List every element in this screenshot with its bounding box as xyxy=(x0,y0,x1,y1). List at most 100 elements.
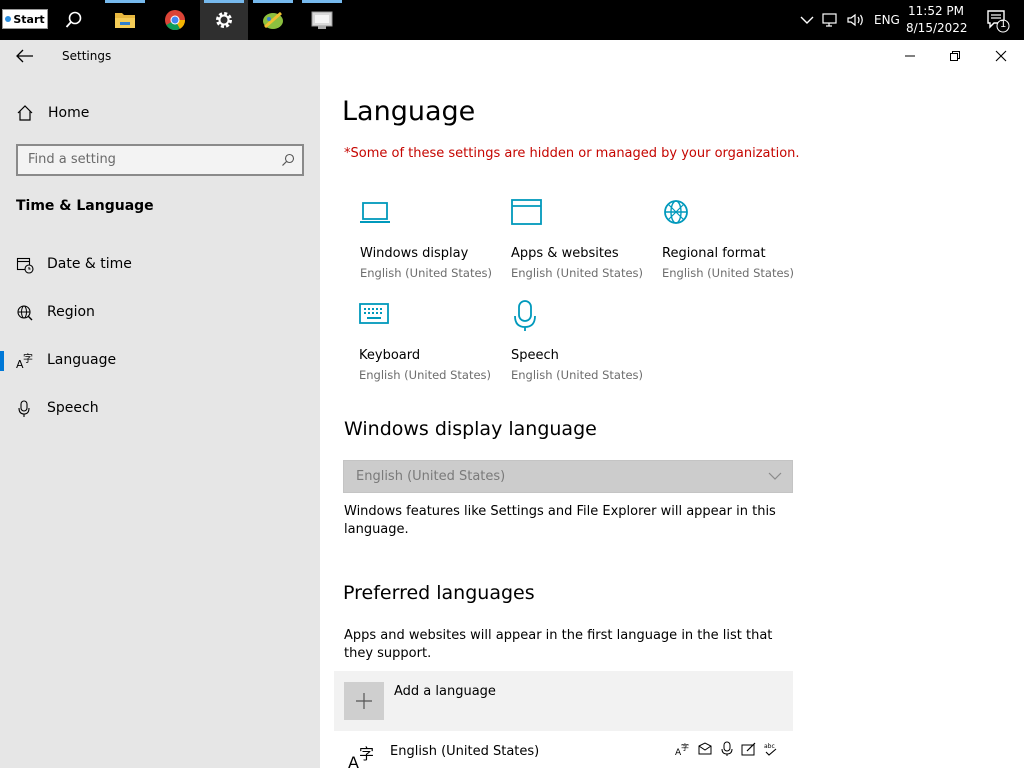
chevron-up-icon[interactable] xyxy=(800,15,814,25)
tile-keyboard[interactable]: Keyboard English (United States) xyxy=(359,300,499,390)
volume-icon[interactable] xyxy=(846,12,866,28)
speech-recognition-feature-icon xyxy=(721,741,733,756)
chrome-taskbar-button[interactable] xyxy=(151,0,199,40)
notification-icon xyxy=(987,10,1010,33)
windows-logo-icon xyxy=(5,16,12,22)
microphone-icon xyxy=(514,300,536,331)
keyboard-icon xyxy=(359,303,389,324)
globe-icon xyxy=(17,305,33,321)
sidebar-item-label: Date & time xyxy=(47,256,132,272)
tile-name: Regional format xyxy=(662,246,766,261)
tile-value: English (United States) xyxy=(511,368,644,382)
search-placeholder: Find a setting xyxy=(28,152,116,167)
sidebar-item-label: Speech xyxy=(47,400,99,416)
app-title: Settings xyxy=(62,49,112,63)
home-label: Home xyxy=(48,105,90,121)
tile-name: Windows display xyxy=(360,246,469,261)
language-icon: A 字 xyxy=(16,352,33,370)
restore-icon xyxy=(950,51,960,61)
search-icon[interactable] xyxy=(281,153,295,167)
sidebar-item-speech[interactable]: Speech xyxy=(0,389,320,429)
settings-taskbar-button[interactable] xyxy=(200,0,248,40)
sidebar-item-region[interactable]: Region xyxy=(0,293,320,333)
tile-value: English (United States) xyxy=(511,266,644,280)
tile-value: English (United States) xyxy=(662,266,795,280)
tile-name: Apps & websites xyxy=(511,246,619,261)
preferred-languages-description: Apps and websites will appear in the fir… xyxy=(344,628,773,661)
managed-notice: *Some of these settings are hidden or ma… xyxy=(344,146,800,161)
taskbar: Start ENG 11:52 PM 8/15/2022 1 xyxy=(0,0,1024,40)
tile-windows-display[interactable]: Windows display English (United States) xyxy=(360,198,500,288)
section-title: Time & Language xyxy=(16,198,154,214)
preferred-languages-heading: Preferred languages xyxy=(343,582,535,604)
tile-value: English (United States) xyxy=(360,266,493,280)
tile-speech[interactable]: Speech English (United States) xyxy=(511,300,651,390)
chrome-icon xyxy=(165,10,186,31)
folder-icon xyxy=(115,13,135,28)
clock[interactable]: 11:52 PM 8/15/2022 xyxy=(906,3,968,37)
app-taskbar-button[interactable] xyxy=(249,0,297,40)
sidebar-item-date-time[interactable]: Date & time xyxy=(0,245,320,285)
sidebar-item-language[interactable]: A 字 Language xyxy=(0,341,320,381)
home-nav-item[interactable]: Home xyxy=(16,104,89,122)
remote-desktop-icon xyxy=(311,11,333,29)
minimize-icon xyxy=(905,55,915,57)
sidebar-item-label: Language xyxy=(47,352,117,368)
laptop-icon xyxy=(360,202,390,223)
language-icon: A 字 xyxy=(348,745,374,769)
notification-count: 1 xyxy=(1000,19,1007,30)
display-language-dropdown[interactable]: English (United States) xyxy=(343,460,793,493)
clock-time: 11:52 PM xyxy=(908,4,964,18)
svg-text:A: A xyxy=(348,753,359,769)
microphone-icon xyxy=(18,400,30,417)
svg-text:abc: abc xyxy=(764,743,775,750)
svg-text:字: 字 xyxy=(359,745,374,763)
display-language-description: Windows features like Settings and File … xyxy=(344,504,776,537)
search-taskbar-button[interactable] xyxy=(50,0,98,40)
spell-check-feature-icon: abc xyxy=(764,743,777,756)
input-language-indicator[interactable]: ENG xyxy=(874,13,900,27)
calendar-clock-icon xyxy=(16,257,34,274)
system-tray: ENG xyxy=(800,0,900,40)
display-language-value: English (United States) xyxy=(356,469,506,484)
file-explorer-taskbar-button[interactable] xyxy=(101,0,149,40)
window-icon xyxy=(511,199,542,225)
minimize-button[interactable] xyxy=(895,44,925,68)
text-to-speech-feature-icon xyxy=(698,742,712,755)
search-input[interactable]: Find a setting xyxy=(16,144,304,176)
regional-globe-icon xyxy=(664,200,688,224)
tile-name: Speech xyxy=(511,348,559,363)
svg-text:字: 字 xyxy=(681,742,689,752)
tile-apps-websites[interactable]: Apps & websites English (United States) xyxy=(511,198,651,288)
network-app-taskbar-button[interactable] xyxy=(298,0,346,40)
search-icon xyxy=(65,11,82,28)
close-button[interactable] xyxy=(986,44,1016,68)
start-label: Start xyxy=(13,12,45,26)
language-list-item[interactable]: A 字 English (United States) A 字 abc xyxy=(334,731,793,769)
plus-icon xyxy=(344,682,384,720)
network-icon[interactable] xyxy=(822,12,840,28)
add-language-label: Add a language xyxy=(394,684,496,699)
sidebar-item-label: Region xyxy=(47,304,95,320)
tile-name: Keyboard xyxy=(359,348,421,363)
home-icon xyxy=(17,105,33,121)
action-center-button[interactable]: 1 xyxy=(986,9,1010,33)
gear-icon xyxy=(216,12,232,28)
display-language-heading: Windows display language xyxy=(344,418,597,440)
start-button[interactable]: Start xyxy=(2,9,48,29)
sidebar: Settings Home Find a setting Time & Lang… xyxy=(0,40,320,768)
clock-date: 8/15/2022 xyxy=(906,21,968,35)
close-icon xyxy=(995,50,1007,62)
paint-app-icon xyxy=(263,11,283,29)
add-language-button[interactable]: Add a language xyxy=(334,671,793,731)
restore-button[interactable] xyxy=(940,44,970,68)
page-title: Language xyxy=(342,96,476,127)
chevron-down-icon xyxy=(768,472,782,480)
tile-regional-format[interactable]: Regional format English (United States) xyxy=(662,198,802,288)
svg-text:字: 字 xyxy=(23,352,33,365)
back-arrow-icon[interactable] xyxy=(15,48,35,64)
tile-value: English (United States) xyxy=(359,368,492,382)
display-language-feature-icon: A 字 xyxy=(675,742,689,757)
selection-indicator xyxy=(0,351,4,371)
handwriting-feature-icon xyxy=(741,742,756,756)
